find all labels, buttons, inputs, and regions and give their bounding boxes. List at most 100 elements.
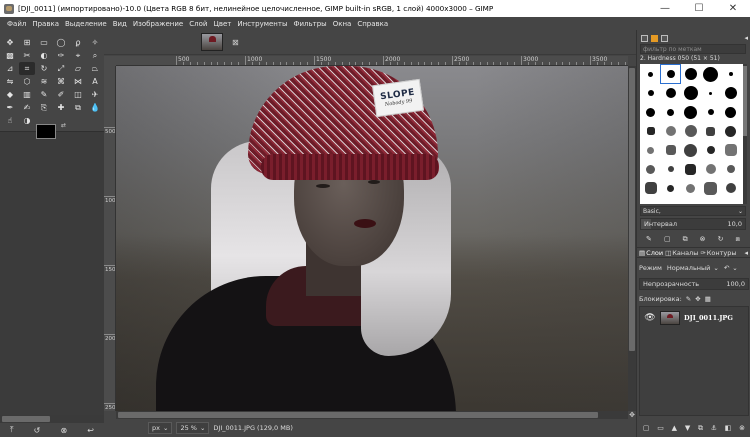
- brush-preset[interactable]: [701, 103, 720, 121]
- lock-alpha-icon[interactable]: ▦: [705, 295, 711, 303]
- cage-tool-icon[interactable]: ⬡: [19, 75, 35, 88]
- opacity-slider[interactable]: Непрозрачность 100,0: [639, 278, 749, 290]
- composite-mode-icon[interactable]: ⌄: [732, 264, 737, 272]
- dock-config-icon[interactable]: ◂: [744, 249, 748, 257]
- foreground-select-icon[interactable]: ◐: [36, 49, 52, 62]
- gradient-tool-icon[interactable]: ▥: [19, 88, 35, 101]
- brush-preset[interactable]: [721, 122, 740, 140]
- measure-tool-icon[interactable]: ⊿: [2, 62, 18, 75]
- brush-preset[interactable]: [721, 160, 740, 178]
- color-picker-icon[interactable]: ⌖: [70, 49, 86, 62]
- handle-transform-icon[interactable]: ⋈: [70, 75, 86, 88]
- fonts-tab-icon[interactable]: [661, 34, 668, 42]
- close-image-tab-icon[interactable]: ⊠: [232, 38, 239, 47]
- spacing-slider[interactable]: Интервал 10,0: [640, 218, 746, 230]
- layer-mode-select[interactable]: Нормальный ⌄: [665, 263, 721, 274]
- dock-config-icon[interactable]: ◂: [744, 34, 748, 42]
- tool-options-scrollbar[interactable]: [0, 415, 104, 423]
- clone-tool-icon[interactable]: ⎘: [36, 101, 52, 114]
- vertical-ruler[interactable]: 05001000150020002500: [104, 66, 116, 411]
- paths-tool-icon[interactable]: ✑: [53, 49, 69, 62]
- scrollbar-thumb[interactable]: [2, 416, 50, 422]
- perspective-tool-icon[interactable]: ⏢: [87, 62, 103, 75]
- duplicate-brush-icon[interactable]: ⧉: [683, 235, 688, 244]
- delete-tool-preset-icon[interactable]: ⊗: [60, 426, 67, 435]
- brush-preset[interactable]: [661, 103, 680, 121]
- menu-item[interactable]: Справка: [354, 20, 391, 28]
- shear-tool-icon[interactable]: ▱: [70, 62, 86, 75]
- canvas-vertical-scrollbar[interactable]: [628, 66, 636, 411]
- free-select-icon[interactable]: ϼ: [70, 36, 86, 49]
- heal-tool-icon[interactable]: ✚: [53, 101, 69, 114]
- foreground-color-swatch[interactable]: [36, 124, 56, 139]
- brush-preset[interactable]: [701, 84, 720, 102]
- image-canvas[interactable]: SLOPE Nobody 99: [116, 66, 628, 411]
- visibility-eye-icon[interactable]: 👁: [644, 313, 656, 323]
- scale-tool-icon[interactable]: ⤢: [53, 62, 69, 75]
- unit-selector[interactable]: px ⌄: [148, 422, 173, 434]
- save-tool-preset-icon[interactable]: ⤒: [10, 425, 14, 435]
- duplicate-layer-icon[interactable]: ⧉: [698, 424, 703, 433]
- minimize-button[interactable]: —: [648, 0, 682, 17]
- menu-item[interactable]: Окна: [330, 20, 355, 28]
- brush-preset[interactable]: [681, 160, 700, 178]
- reset-tool-options-icon[interactable]: ↩: [87, 426, 94, 435]
- tab-layers[interactable]: ▤ Слои: [639, 249, 663, 257]
- tab-paths[interactable]: ✑ Контуры: [700, 249, 736, 257]
- brush-preset[interactable]: [721, 65, 740, 83]
- move-tool-icon[interactable]: ✥: [2, 36, 18, 49]
- brush-tag-selector[interactable]: Basic, ⌄: [640, 206, 746, 216]
- layer-mask-icon[interactable]: ◧: [725, 424, 732, 432]
- brush-preset[interactable]: [641, 141, 660, 159]
- brush-preset[interactable]: [721, 103, 740, 121]
- rotate-tool-icon[interactable]: ↻: [36, 62, 52, 75]
- brush-preset[interactable]: [681, 65, 700, 83]
- brush-preset[interactable]: [681, 141, 700, 159]
- brush-preset[interactable]: [641, 122, 660, 140]
- brush-preset[interactable]: [701, 122, 720, 140]
- color-select-icon[interactable]: ▩: [2, 49, 18, 62]
- ink-tool-icon[interactable]: ✒: [2, 101, 18, 114]
- brush-preset[interactable]: [701, 141, 720, 159]
- ellipse-select-icon[interactable]: ◯: [53, 36, 69, 49]
- brush-preset[interactable]: [681, 122, 700, 140]
- zoom-selector[interactable]: 25 % ⌄: [176, 422, 210, 434]
- close-button[interactable]: ✕: [716, 0, 750, 17]
- text-tool-icon[interactable]: A: [87, 75, 103, 88]
- brush-preset[interactable]: [641, 179, 660, 197]
- lower-layer-icon[interactable]: ▼: [685, 424, 690, 432]
- mypaint-brush-icon[interactable]: ✍: [19, 101, 35, 114]
- canvas-horizontal-scrollbar[interactable]: [116, 411, 628, 419]
- brush-preset[interactable]: [721, 84, 740, 102]
- warp-tool-icon[interactable]: ≋: [36, 75, 52, 88]
- flip-tool-icon[interactable]: ⇋: [2, 75, 18, 88]
- brush-preset[interactable]: [681, 84, 700, 102]
- brush-preset[interactable]: [721, 141, 740, 159]
- brush-preset[interactable]: [701, 65, 720, 83]
- scissors-select-icon[interactable]: ✂: [19, 49, 35, 62]
- menu-item[interactable]: Правка: [29, 20, 62, 28]
- rect-select-icon[interactable]: ▭: [36, 36, 52, 49]
- new-layer-group-icon[interactable]: ▭: [657, 424, 664, 432]
- paintbrush-tool-icon[interactable]: ✐: [53, 88, 69, 101]
- airbrush-tool-icon[interactable]: ✈: [87, 88, 103, 101]
- brush-preset[interactable]: [721, 179, 740, 197]
- mode-reset-icon[interactable]: ↶: [724, 264, 729, 272]
- crop-tool-icon[interactable]: ⌗: [19, 62, 35, 75]
- lock-position-icon[interactable]: ✥: [695, 295, 700, 303]
- brush-preset[interactable]: [661, 122, 680, 140]
- edit-brush-icon[interactable]: ✎: [646, 235, 652, 243]
- brush-preset[interactable]: [701, 160, 720, 178]
- new-brush-icon[interactable]: ▢: [664, 235, 671, 243]
- brush-preset[interactable]: [660, 64, 681, 84]
- eraser-tool-icon[interactable]: ◫: [70, 88, 86, 101]
- menu-item[interactable]: Файл: [4, 20, 29, 28]
- delete-brush-icon[interactable]: ⊗: [700, 235, 706, 243]
- layer-row[interactable]: 👁 DJI_0011.JPG: [640, 309, 748, 327]
- align-tool-icon[interactable]: ⊞: [19, 36, 35, 49]
- refresh-brushes-icon[interactable]: ↻: [718, 235, 724, 243]
- brush-preset[interactable]: [661, 84, 680, 102]
- swap-colors-icon[interactable]: ⇄: [61, 122, 66, 129]
- scrollbar-thumb[interactable]: [743, 66, 747, 136]
- menu-item[interactable]: Выделение: [62, 20, 110, 28]
